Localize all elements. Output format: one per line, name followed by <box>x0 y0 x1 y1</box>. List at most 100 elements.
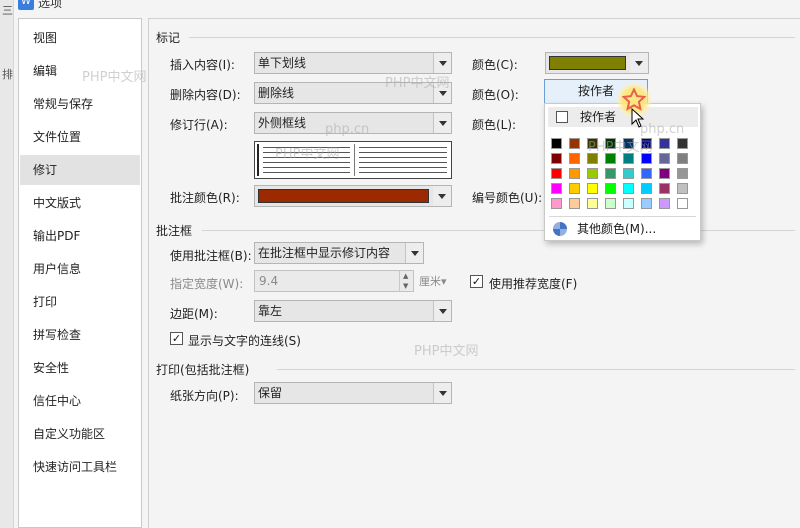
orientation-value: 保留 <box>258 386 283 400</box>
color-wheel-icon <box>553 222 567 236</box>
color-swatch[interactable] <box>605 198 616 209</box>
revision-line-value: 外侧框线 <box>258 116 307 130</box>
chevron-down-icon <box>433 383 451 403</box>
watermark: PHP中文网 <box>588 140 653 155</box>
sidebar-item-view[interactable]: 视图 <box>20 23 140 53</box>
sidebar-item-security[interactable]: 安全性 <box>20 353 140 383</box>
color-swatch[interactable] <box>659 138 670 149</box>
sidebar-item-general-save[interactable]: 常规与保存 <box>20 89 140 119</box>
watermark: PHP中文网 <box>82 70 147 85</box>
color-swatch[interactable] <box>677 183 688 194</box>
watermark: php.cn <box>640 122 685 137</box>
watermark: PHP中文网 <box>385 76 450 91</box>
show-lines-label[interactable]: 显示与文字的连线(S) <box>188 332 301 349</box>
delete-style-value: 删除线 <box>258 86 295 100</box>
sidebar-item-print[interactable]: 打印 <box>20 287 140 317</box>
color-swatch[interactable] <box>641 183 652 194</box>
insert-color-select[interactable] <box>545 52 649 74</box>
sidebar-item-file-locations[interactable]: 文件位置 <box>20 122 140 152</box>
color-swatch[interactable] <box>551 183 562 194</box>
popup-divider <box>549 216 696 217</box>
revision-line-label: 修订行(A): <box>170 118 228 132</box>
color-swatch[interactable] <box>551 198 562 209</box>
color-swatch[interactable] <box>659 183 670 194</box>
color-swatch[interactable] <box>605 168 616 179</box>
options-dialog: 三 排 W 选项 视图 编辑 常规与保存 文件位置 修订 中文版式 输出PDF … <box>0 0 800 528</box>
sidebar-item-quick-access-toolbar[interactable]: 快速访问工具栏 <box>20 452 140 482</box>
more-colors-option[interactable]: 其他颜色(M)... <box>577 220 656 238</box>
watermark: php.cn <box>325 122 370 137</box>
color-swatch[interactable] <box>587 198 598 209</box>
chevron-down-icon <box>433 186 451 206</box>
color-swatch[interactable] <box>605 183 616 194</box>
color-swatch[interactable] <box>569 168 580 179</box>
wps-writer-icon: W <box>18 0 34 10</box>
sidebar-item-chinese-layout[interactable]: 中文版式 <box>20 188 140 218</box>
options-sidebar: 视图 编辑 常规与保存 文件位置 修订 中文版式 输出PDF 用户信息 打印 拼… <box>18 18 142 528</box>
comment-color-select[interactable] <box>254 185 452 207</box>
delete-label: 删除内容(D): <box>170 88 241 102</box>
orientation-select[interactable]: 保留 <box>254 382 452 404</box>
delete-color-label: 颜色(O): <box>472 88 519 102</box>
balloon-width-label: 指定宽度(W): <box>170 277 244 291</box>
section-divider <box>189 37 795 38</box>
sidebar-item-customize-ribbon[interactable]: 自定义功能区 <box>20 419 140 449</box>
color-swatch[interactable] <box>623 168 634 179</box>
insert-color-swatch <box>549 56 626 70</box>
left-strip-glyph: 三 <box>2 4 13 17</box>
comment-color-swatch <box>258 189 429 203</box>
color-swatch[interactable] <box>569 183 580 194</box>
sidebar-item-track-changes[interactable]: 修订 <box>20 155 140 185</box>
balloon-width-value: 9.4 <box>259 274 279 288</box>
left-strip-glyph: 排 <box>2 68 13 81</box>
insert-label: 插入内容(I): <box>170 58 235 72</box>
color-swatch[interactable] <box>623 198 634 209</box>
color-swatch[interactable] <box>569 153 580 164</box>
revision-line-color-label: 颜色(L): <box>472 118 517 132</box>
color-swatch[interactable] <box>677 153 688 164</box>
sidebar-item-spell-check[interactable]: 拼写检查 <box>20 320 140 350</box>
color-swatch[interactable] <box>677 198 688 209</box>
margin-select[interactable]: 靠左 <box>254 300 452 322</box>
color-swatch[interactable] <box>551 153 562 164</box>
color-swatch[interactable] <box>551 168 562 179</box>
color-swatch[interactable] <box>587 168 598 179</box>
color-swatch[interactable] <box>677 138 688 149</box>
color-swatch[interactable] <box>551 138 562 149</box>
sidebar-item-export-pdf[interactable]: 输出PDF <box>20 221 140 251</box>
balloon-width-spinner[interactable]: 9.4 ▲ ▼ <box>254 270 414 292</box>
dialog-title: 选项 <box>38 0 63 10</box>
chevron-down-icon <box>433 113 451 133</box>
color-swatch[interactable] <box>641 168 652 179</box>
use-balloons-select[interactable]: 在批注框中显示修订内容 <box>254 242 424 264</box>
color-swatch[interactable] <box>659 168 670 179</box>
color-swatch[interactable] <box>641 198 652 209</box>
color-swatch[interactable] <box>659 153 670 164</box>
color-swatch[interactable] <box>659 198 670 209</box>
color-swatch[interactable] <box>677 168 688 179</box>
color-swatch[interactable] <box>623 183 634 194</box>
more-colors-label: 其他颜色(M)... <box>577 222 657 236</box>
color-swatch[interactable] <box>569 198 580 209</box>
color-swatch[interactable] <box>569 138 580 149</box>
spinner-buttons[interactable]: ▲ ▼ <box>399 271 413 291</box>
background-app-edge: 三 排 <box>0 0 14 528</box>
insert-style-select[interactable]: 单下划线 <box>254 52 452 74</box>
section-divider <box>202 230 795 231</box>
insert-style-value: 单下划线 <box>258 56 307 70</box>
section-title-markup: 标记 <box>156 31 181 45</box>
show-lines-checkbox[interactable]: ✓ <box>170 332 183 345</box>
sidebar-item-trust-center[interactable]: 信任中心 <box>20 386 140 416</box>
recommend-width-label[interactable]: 使用推荐宽度(F) <box>489 275 577 292</box>
sidebar-item-user-info[interactable]: 用户信息 <box>20 254 140 284</box>
section-divider <box>277 369 795 370</box>
by-author-swatch <box>556 111 568 123</box>
margin-label: 边距(M): <box>170 307 218 321</box>
preview-page-right <box>354 144 451 176</box>
color-swatch[interactable] <box>587 183 598 194</box>
recommend-width-checkbox[interactable]: ✓ <box>470 275 483 288</box>
watermark: PHP中文网 <box>275 147 340 162</box>
balloon-width-unit: 厘米▾ <box>419 275 447 288</box>
by-author-label: 按作者 <box>580 110 617 124</box>
chevron-down-icon <box>433 53 451 73</box>
